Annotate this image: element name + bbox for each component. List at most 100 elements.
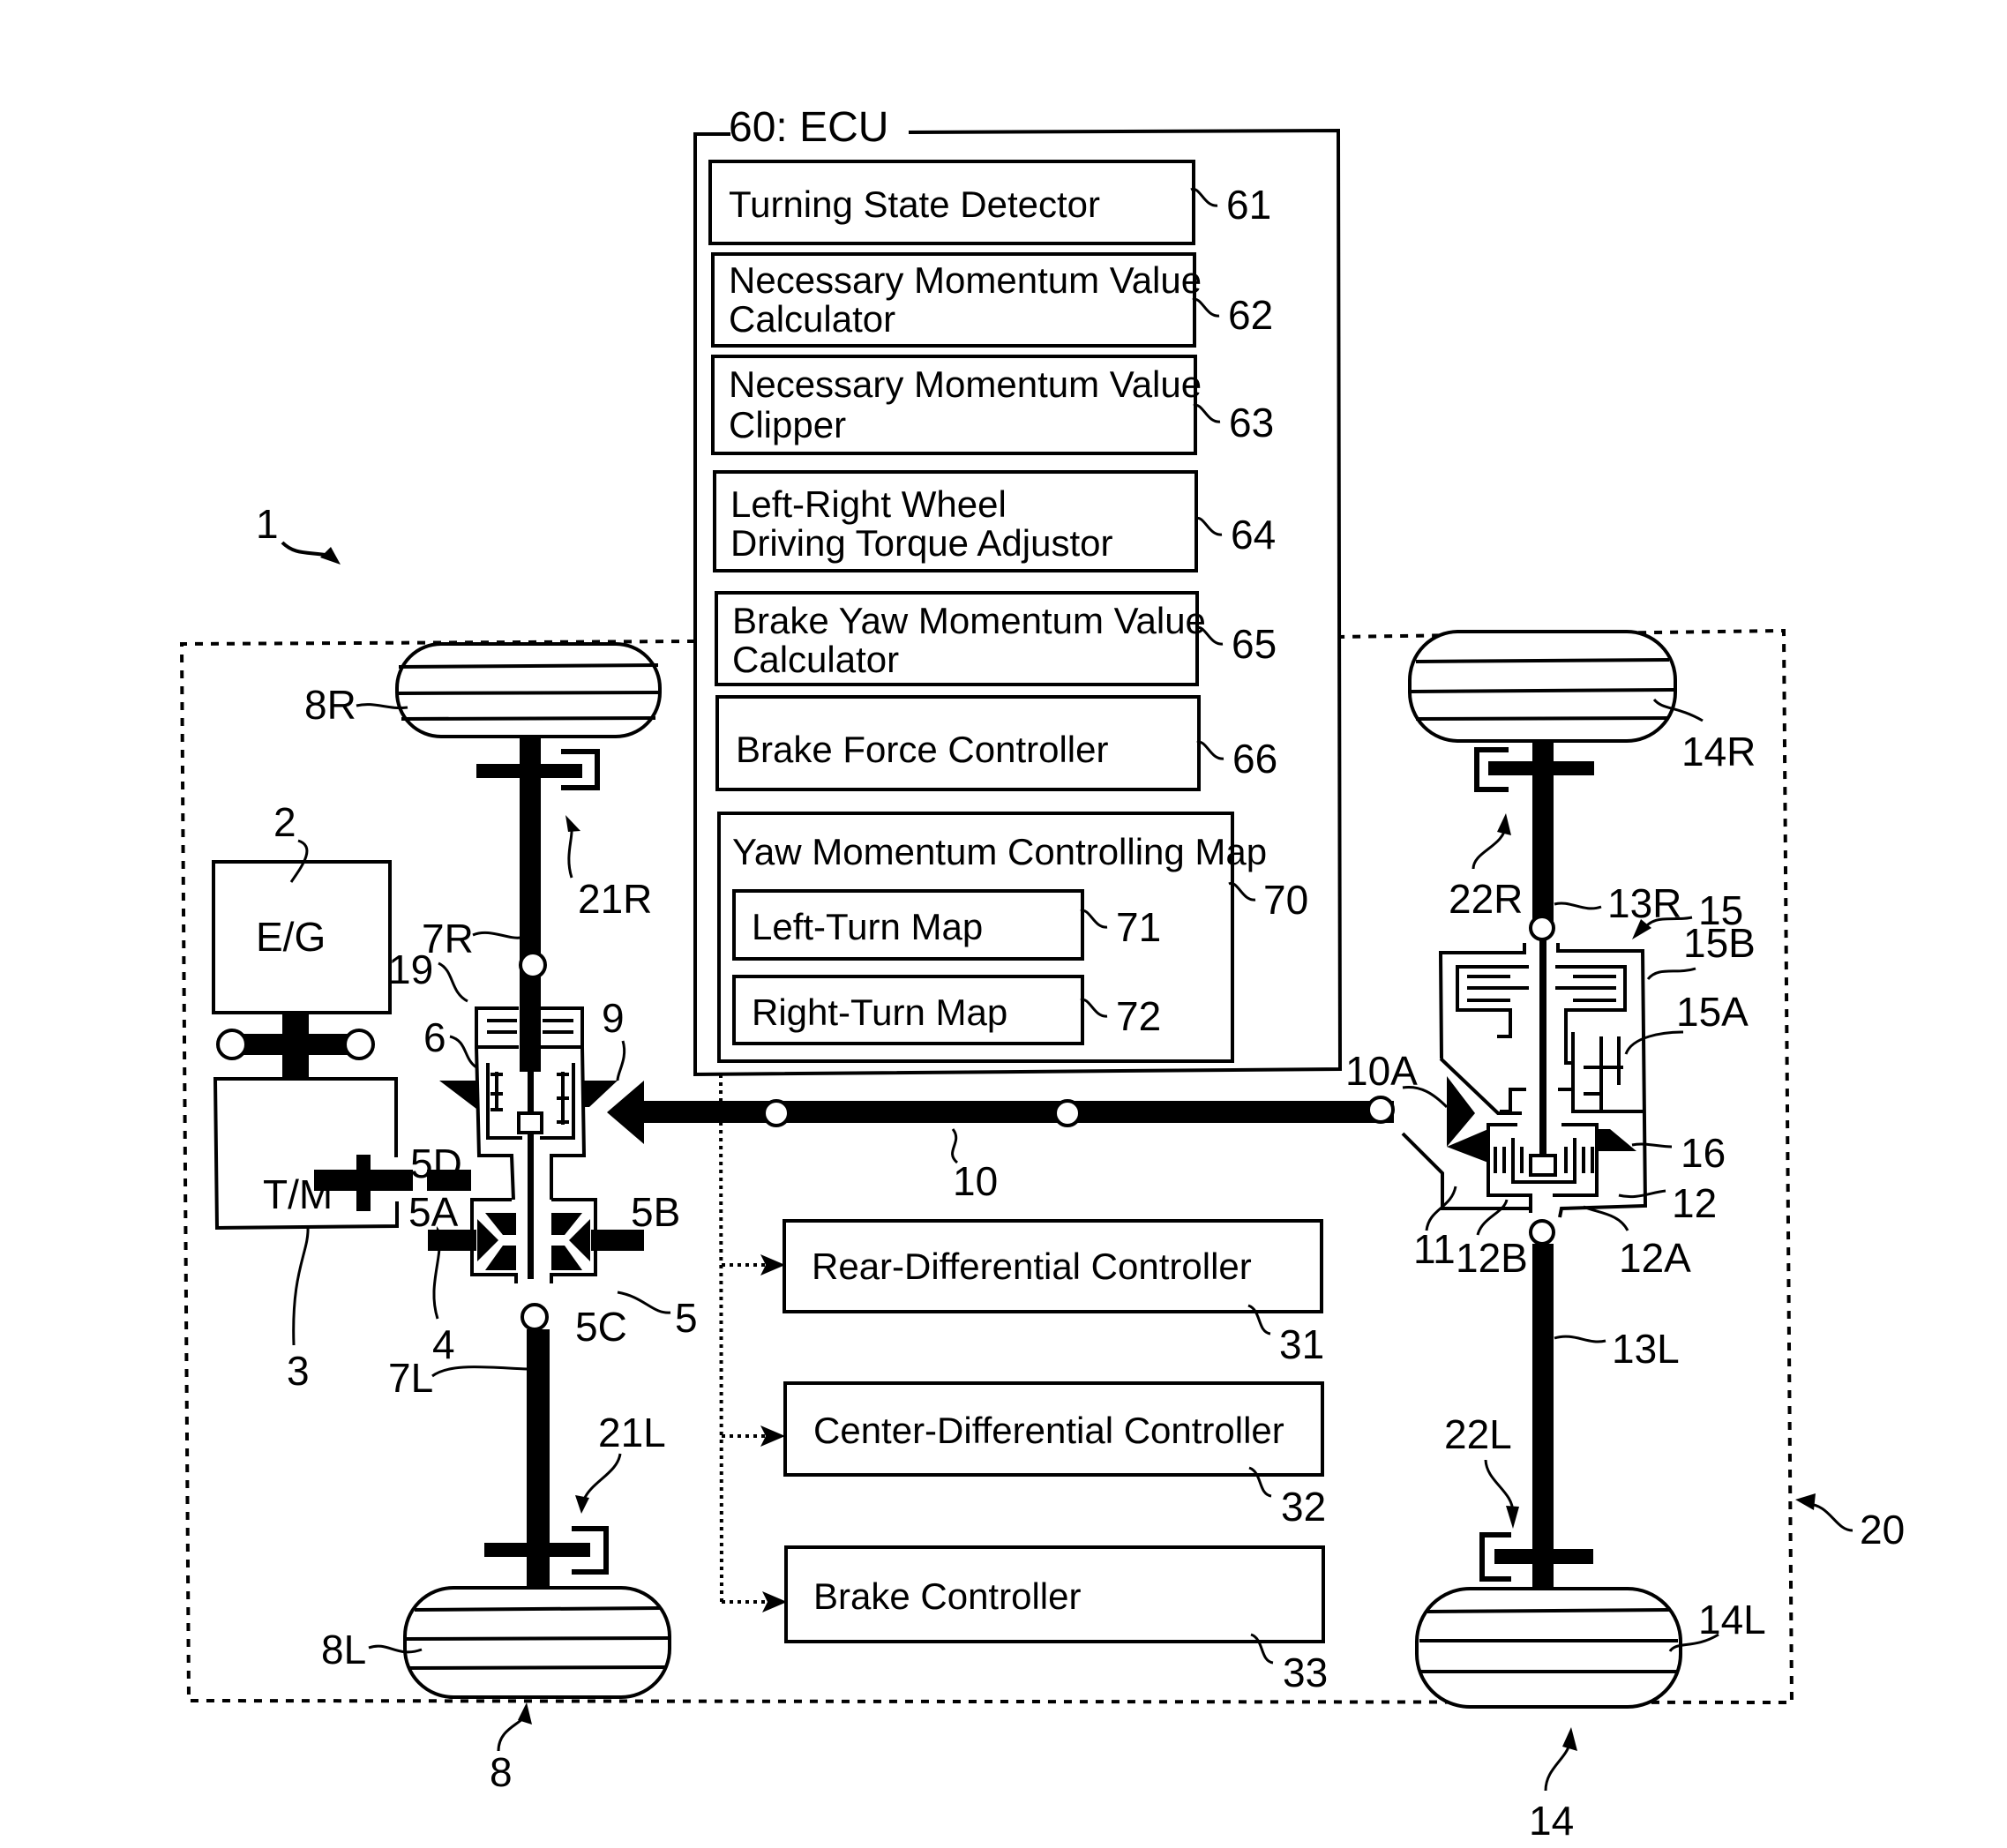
module-ref: 65: [1232, 621, 1277, 667]
control-signal-line: [719, 1074, 723, 1603]
brake-front-left-label: 21L: [598, 1410, 666, 1455]
leader-arrow: [449, 1035, 477, 1069]
center-differential-controller[interactable]: Center-Differential Controller 32: [783, 1381, 1326, 1530]
leader-line: [1196, 740, 1224, 760]
ecu-module[interactable]: Brake Yaw Momentum Value Calculator 65: [715, 591, 1277, 686]
leader-line: [1631, 1142, 1673, 1148]
leader-line: [292, 1227, 310, 1346]
brake-disc-front-left: [484, 1543, 590, 1557]
rear-diff-part-12a: 12A: [1619, 1235, 1691, 1281]
controller-ref: 31: [1279, 1321, 1324, 1367]
shaft-joint-icon: [1053, 1099, 1082, 1127]
powertrain-region-label: 20: [1860, 1507, 1905, 1552]
arrowhead-icon: [1795, 1493, 1816, 1510]
arrowhead-icon: [1497, 813, 1511, 835]
wheel-rear-left: [1415, 1587, 1682, 1709]
brake-front-right-label: 21R: [578, 876, 652, 922]
axle-front-left-label: 7L: [388, 1355, 433, 1401]
controller-ref: 33: [1283, 1650, 1328, 1695]
leader-arrow: [567, 824, 573, 879]
rear-diff-label: 12: [1672, 1180, 1717, 1226]
leader-line: [1554, 902, 1602, 910]
leader-line: [1554, 1335, 1606, 1343]
ecu-title: 60: ECU: [729, 104, 888, 151]
propeller-shaft-label: 10: [953, 1158, 998, 1204]
leader-line: [1193, 403, 1221, 423]
rear-differential: [1401, 939, 1648, 1218]
leader-arrow: [1476, 1199, 1509, 1236]
rear-clutch-part-15a: 15A: [1676, 989, 1749, 1035]
wheel-front-right-label: 8R: [304, 682, 356, 728]
rear-clutch-part-15b: 15B: [1683, 920, 1756, 966]
arrowhead-icon: [762, 1591, 787, 1612]
leader-line: [431, 1365, 528, 1378]
module-label: Calculator: [729, 298, 895, 340]
leader-arrow: [616, 1040, 626, 1081]
brake-disc-front-right: [476, 764, 582, 778]
module-ref: 63: [1229, 400, 1274, 445]
module-label: Left-Right Wheel: [730, 483, 1007, 525]
coupling-joint-icon: [343, 1029, 375, 1060]
leader-arrow: [432, 1238, 441, 1320]
ecu-module[interactable]: Necessary Momentum Value Clipper 63: [711, 355, 1274, 455]
axle-joint-icon: [1529, 1219, 1555, 1246]
axle-joint-icon: [520, 1303, 549, 1331]
axle-joint-icon: [519, 951, 547, 979]
axle-rear-left: [1532, 1244, 1554, 1590]
module-label: Brake Force Controller: [736, 729, 1108, 770]
rear-differential-controller[interactable]: Rear-Differential Controller 31: [783, 1219, 1324, 1367]
wheel-rear-left-label: 14L: [1698, 1597, 1766, 1642]
front-diff-part-5c: 5C: [575, 1304, 627, 1350]
module-ref: 62: [1228, 292, 1273, 338]
wheel-front-left: [403, 1586, 671, 1699]
leader-arrow: [1624, 1030, 1684, 1055]
brake-rear-right-label: 22R: [1449, 876, 1523, 922]
leader-arrow: [1646, 967, 1696, 981]
map-ref: 72: [1116, 993, 1161, 1039]
yaw-map-ref: 70: [1263, 877, 1308, 923]
front-diff-part-5d: 5D: [410, 1141, 462, 1186]
ecu-module[interactable]: Turning State Detector 61: [708, 160, 1271, 245]
arrowhead-icon: [1506, 1506, 1519, 1529]
engine-label: E/G: [256, 914, 326, 960]
controller-label: Brake Controller: [813, 1575, 1081, 1617]
map-label: Right-Turn Map: [752, 991, 1007, 1033]
leader-arrow: [1544, 1741, 1572, 1792]
rear-axle-ref: 14: [1529, 1798, 1574, 1844]
leader-line: [1194, 516, 1223, 536]
front-diff-part-5b: 5B: [631, 1189, 680, 1235]
ecu-module[interactable]: Necessary Momentum Value Calculator 62: [711, 252, 1273, 348]
front-axle-ref: 8: [490, 1749, 513, 1795]
leader-line: [1192, 297, 1220, 318]
module-label: Clipper: [729, 404, 846, 445]
rear-bevel-label: 16: [1681, 1130, 1726, 1176]
drivetrain-diagram: 1 60: ECU Turning State Detector 61 Nece…: [179, 104, 1905, 1844]
leader-arrow: [1484, 1459, 1515, 1514]
front-bevel-label: 9: [602, 995, 625, 1041]
ecu-module[interactable]: Brake Force Controller 66: [715, 695, 1277, 791]
module-ref: 66: [1232, 736, 1277, 782]
brake-disc-rear-left: [1494, 1549, 1593, 1564]
propeller-shaft: [635, 1101, 1394, 1123]
module-ref: 61: [1226, 182, 1271, 228]
rear-diff-part-12b: 12B: [1456, 1235, 1528, 1281]
module-label: Necessary Momentum Value: [729, 363, 1202, 405]
arrowhead-icon: [1562, 1727, 1577, 1751]
front-clutch-label: 19: [388, 946, 433, 992]
brake-rear-left-label: 22L: [1444, 1411, 1512, 1457]
module-label: Driving Torque Adjustor: [730, 522, 1112, 564]
leader-line: [472, 931, 521, 939]
rear-ring-gear-label: 11: [1413, 1226, 1456, 1272]
leader-arrow: [438, 961, 468, 1003]
ecu-module[interactable]: Left-Right Wheel Driving Torque Adjustor…: [713, 470, 1276, 572]
brake-controller[interactable]: Brake Controller 33: [784, 1545, 1328, 1695]
front-diff-unit-label: 6: [423, 1014, 446, 1060]
module-label: Turning State Detector: [729, 183, 1100, 225]
axle-rear-left-label: 13L: [1612, 1326, 1680, 1372]
transfer-ref: 4: [432, 1321, 455, 1367]
vehicle-ref-label: 1: [256, 501, 279, 547]
leader-line: [1583, 1205, 1629, 1231]
map-ref: 71: [1116, 904, 1161, 950]
yaw-map-module[interactable]: Yaw Momentum Controlling Map 70 Left-Tur…: [717, 812, 1308, 1063]
leader-arrow: [1618, 1189, 1666, 1199]
